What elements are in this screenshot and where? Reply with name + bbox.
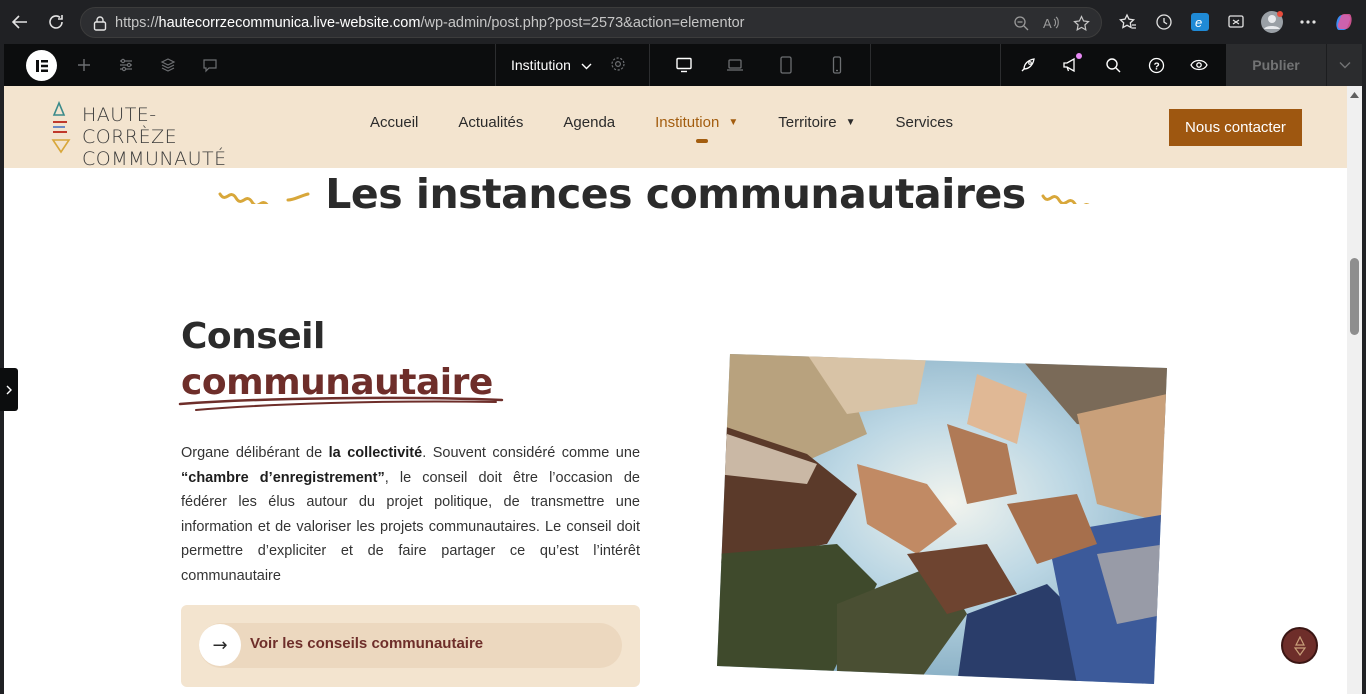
profile-icon[interactable] [1256, 4, 1288, 40]
scrollbar-thumb[interactable] [1350, 258, 1359, 335]
desktop-icon[interactable] [669, 50, 699, 80]
preview-canvas: HAUTE-CORRÈZE COMMUNAUTÉ Accueil Actuali… [4, 86, 1347, 694]
site-settings-icon[interactable] [112, 51, 140, 79]
svg-text:A: A [1043, 16, 1052, 31]
star-icon[interactable] [1069, 12, 1093, 34]
url-text: https://hautecorrzecommunica.live-websit… [115, 14, 745, 31]
browser-toolbar: https://hautecorrzecommunica.live-websit… [0, 0, 1366, 44]
logo-text: HAUTE-CORRÈZE COMMUNAUTÉ [82, 104, 240, 170]
history-icon[interactable] [1148, 4, 1180, 40]
main-navigation: Accueil Actualités Agenda Institution ▼ T… [370, 114, 993, 143]
read-aloud-icon[interactable]: A [1039, 12, 1063, 34]
site-header: HAUTE-CORRÈZE COMMUNAUTÉ Accueil Actuali… [4, 86, 1347, 170]
hands-circle-photo [717, 354, 1167, 684]
launch-icon[interactable] [1013, 50, 1043, 80]
logo-mark-icon [1293, 635, 1306, 656]
chevron-right-icon [6, 385, 12, 394]
whats-new-icon[interactable] [1056, 50, 1086, 80]
caret-down-icon: ▼ [728, 117, 739, 128]
publish-button[interactable]: Publier [1226, 44, 1326, 86]
refresh-icon[interactable] [38, 4, 74, 40]
publish-options-button[interactable] [1326, 44, 1362, 86]
elementor-right-tools: ? [1000, 44, 1226, 86]
laptop-icon[interactable] [720, 50, 750, 80]
copilot-icon[interactable] [1328, 4, 1360, 40]
elementor-topbar: Institution ? Publier [4, 44, 1362, 86]
chevron-down-icon [1339, 62, 1350, 69]
document-name: Institution [511, 57, 571, 73]
edge-icon[interactable]: e [1184, 4, 1216, 40]
zoom-out-icon[interactable] [1009, 12, 1033, 34]
logo-line-2: COMMUNAUTÉ [82, 148, 227, 170]
logo-line-1: HAUTE-CORRÈZE [82, 104, 178, 148]
nav-item-services[interactable]: Services [896, 114, 954, 131]
svg-text:?: ? [1153, 61, 1159, 72]
contact-button[interactable]: Nous contacter [1169, 109, 1302, 146]
scroll-up-icon[interactable] [1350, 92, 1359, 98]
more-icon[interactable] [1292, 4, 1324, 40]
scribble-underline-icon [178, 396, 504, 411]
help-icon[interactable]: ? [1141, 50, 1171, 80]
nav-item-accueil[interactable]: Accueil [370, 114, 418, 131]
window-edge [1362, 44, 1366, 694]
panel-toggle-button[interactable] [0, 368, 18, 411]
active-indicator [696, 139, 709, 143]
add-element-icon[interactable] [70, 51, 98, 79]
nav-item-territoire[interactable]: Territoire ▼ [778, 114, 855, 131]
conseil-description: Organe délibérant de la collectivité. So… [181, 445, 641, 584]
conseil-link-card: → Voir les conseils communautaire [181, 605, 640, 687]
notification-dot [1075, 53, 1082, 59]
section-title: Les instances communautaires [325, 170, 1026, 218]
chevron-down-icon [581, 57, 592, 73]
nav-item-actualites[interactable]: Actualités [458, 114, 523, 131]
document-settings-dropdown[interactable]: Institution [495, 44, 649, 86]
search-icon[interactable] [1098, 50, 1128, 80]
tablet-icon[interactable] [771, 50, 801, 80]
nav-item-agenda[interactable]: Agenda [563, 114, 615, 131]
address-bar[interactable]: https://hautecorrzecommunica.live-websit… [80, 7, 1102, 38]
arrow-right-icon: → [199, 624, 241, 666]
heading-line-1: Conseil [181, 316, 325, 357]
voir-conseils-link[interactable]: → Voir les conseils communautaire [199, 623, 622, 668]
lock-icon[interactable] [91, 14, 109, 32]
page-scrollbar[interactable] [1347, 86, 1362, 694]
svg-text:e: e [1195, 15, 1202, 30]
nav-item-institution[interactable]: Institution ▼ [655, 114, 739, 143]
gear-icon[interactable] [610, 56, 626, 75]
mobile-icon[interactable] [822, 50, 852, 80]
notes-icon[interactable] [196, 51, 224, 79]
site-logo[interactable]: HAUTE-CORRÈZE COMMUNAUTÉ [50, 100, 240, 170]
caret-down-icon: ▼ [845, 117, 856, 128]
back-icon[interactable] [2, 4, 38, 40]
structure-icon[interactable] [154, 51, 182, 79]
screenshot-icon[interactable] [1220, 4, 1252, 40]
favorites-icon[interactable] [1112, 4, 1144, 40]
elementor-logo-icon[interactable] [26, 50, 57, 81]
preview-icon[interactable] [1184, 50, 1214, 80]
device-switcher [649, 44, 871, 86]
floating-logo-button[interactable] [1281, 627, 1318, 664]
link-label: Voir les conseils communautaire [250, 635, 484, 652]
logo-mark-icon [51, 100, 71, 154]
